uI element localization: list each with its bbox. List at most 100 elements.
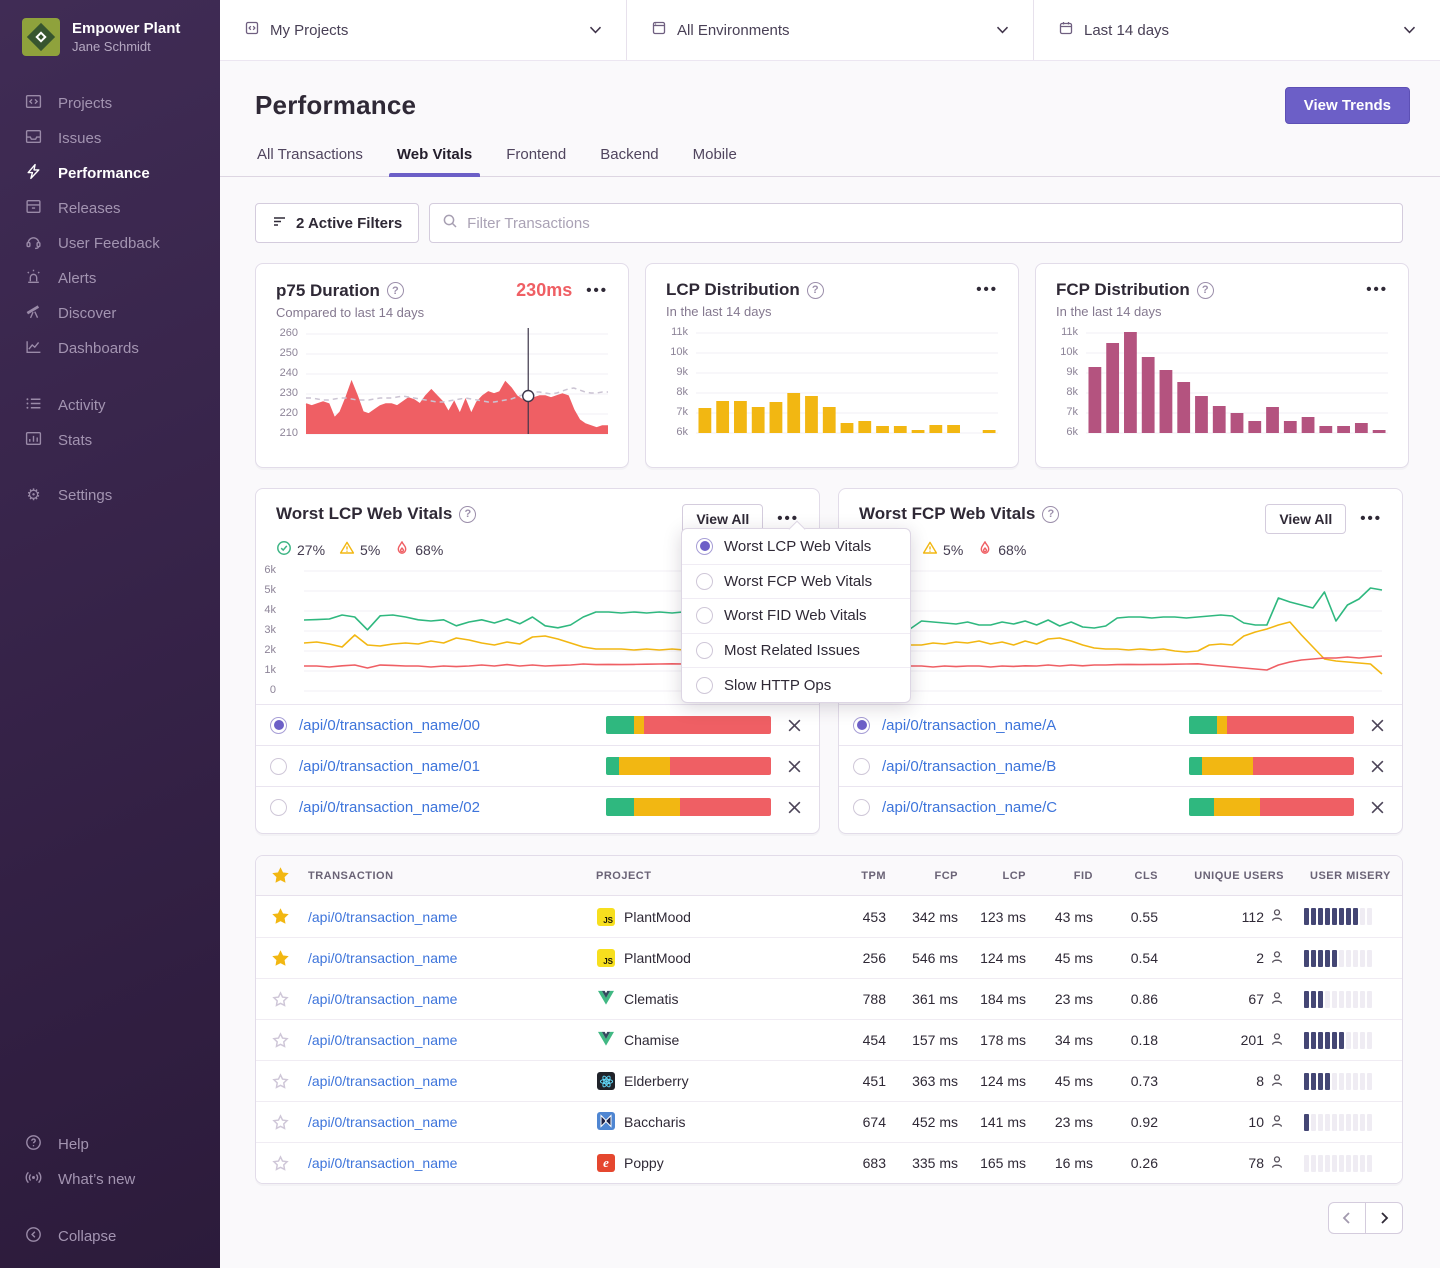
next-page-button[interactable] [1365, 1202, 1403, 1234]
star-icon[interactable] [256, 1032, 302, 1049]
close-icon[interactable] [1370, 759, 1385, 774]
star-icon[interactable] [256, 867, 302, 884]
transaction-link[interactable]: /api/0/transaction_name [302, 1032, 590, 1048]
transaction-link[interactable]: /api/0/transaction_name/A [882, 717, 1056, 734]
prev-page-button[interactable] [1328, 1202, 1366, 1234]
tab-web-vitals[interactable]: Web Vitals [395, 146, 474, 176]
date-range-filter[interactable]: Last 14 days [1034, 0, 1440, 60]
close-icon[interactable] [1370, 718, 1385, 733]
transaction-link[interactable]: /api/0/transaction_name/C [882, 799, 1057, 816]
menu-item[interactable]: Most Related Issues [682, 633, 910, 668]
sidebar-item-user-feedback[interactable]: User Feedback [0, 226, 220, 261]
active-filters-button[interactable]: 2 Active Filters [255, 203, 419, 243]
card-menu-button[interactable]: ••• [1360, 514, 1382, 524]
help-icon[interactable]: ? [807, 282, 824, 299]
card-menu-button[interactable]: ••• [586, 286, 608, 296]
menu-item[interactable]: Slow HTTP Ops [682, 667, 910, 702]
radio-button[interactable] [270, 758, 287, 775]
radio-button[interactable] [853, 799, 870, 816]
transaction-link[interactable]: /api/0/transaction_name [302, 909, 590, 925]
tab-backend[interactable]: Backend [598, 146, 660, 176]
help-icon[interactable]: ? [387, 282, 404, 299]
transaction-link[interactable]: /api/0/transaction_name [302, 1155, 590, 1171]
card-menu-button[interactable]: ••• [1366, 285, 1388, 295]
star-icon[interactable] [256, 950, 302, 967]
menu-item[interactable]: Worst FID Web Vitals [682, 598, 910, 633]
star-icon[interactable] [256, 908, 302, 925]
radio-button[interactable] [696, 677, 713, 694]
tpm-value: 454 [822, 1032, 892, 1048]
lcp-value: 123 ms [964, 909, 1032, 925]
card-menu-button[interactable]: ••• [976, 285, 998, 295]
sidebar-item-discover[interactable]: Discover [0, 296, 220, 331]
radio-button[interactable] [270, 717, 287, 734]
close-icon[interactable] [1370, 800, 1385, 815]
sidebar-item-dashboards[interactable]: Dashboards [0, 331, 220, 366]
help-icon[interactable]: ? [1042, 506, 1059, 523]
transaction-link[interactable]: /api/0/transaction_name/B [882, 758, 1056, 775]
sidebar-item-whats-new[interactable]: What’s new [0, 1162, 220, 1197]
project-cell[interactable]: Chamise [590, 1030, 822, 1050]
transaction-link[interactable]: /api/0/transaction_name/02 [299, 799, 480, 816]
table-row: /api/0/transaction_name Clematis 788 361… [256, 978, 1402, 1019]
lightning-icon [25, 163, 42, 184]
sidebar-item-releases[interactable]: Releases [0, 191, 220, 226]
transaction-link[interactable]: /api/0/transaction_name [302, 950, 590, 966]
filter-icon [272, 214, 287, 233]
star-icon[interactable] [256, 1155, 302, 1172]
radio-button[interactable] [853, 717, 870, 734]
project-filter[interactable]: My Projects [220, 0, 627, 60]
lcp-distribution-chart: 11k10k9k8k7k6k [666, 333, 998, 436]
menu-item[interactable]: Worst LCP Web Vitals [682, 529, 910, 564]
calendar-icon [1058, 20, 1074, 41]
sidebar-item-settings[interactable]: ⚙ Settings [0, 480, 220, 511]
star-icon[interactable] [256, 1114, 302, 1131]
project-cell[interactable]: ePoppy [590, 1153, 822, 1173]
help-icon[interactable]: ? [1197, 282, 1214, 299]
sidebar-item-projects[interactable]: Projects [0, 86, 220, 121]
project-cell[interactable]: Clematis [590, 989, 822, 1009]
transaction-link[interactable]: /api/0/transaction_name/00 [299, 717, 480, 734]
environment-filter[interactable]: All Environments [627, 0, 1034, 60]
transaction-link[interactable]: /api/0/transaction_name [302, 991, 590, 1007]
view-trends-button[interactable]: View Trends [1285, 87, 1410, 124]
menu-item[interactable]: Worst FCP Web Vitals [682, 564, 910, 599]
sidebar-item-activity[interactable]: Activity [0, 388, 220, 423]
radio-button[interactable] [696, 607, 713, 624]
tab-frontend[interactable]: Frontend [504, 146, 568, 176]
transaction-link[interactable]: /api/0/transaction_name/01 [299, 758, 480, 775]
search-input[interactable] [467, 215, 1390, 232]
unique-users-cell: 8 [1164, 1073, 1290, 1090]
sidebar-item-performance[interactable]: Performance [0, 156, 220, 191]
card-title: LCP Distribution ? [666, 280, 824, 300]
project-cell[interactable]: Elderberry [590, 1071, 822, 1091]
radio-button[interactable] [696, 538, 713, 555]
view-all-button[interactable]: View All [1265, 504, 1346, 534]
project-cell[interactable]: Baccharis [590, 1112, 822, 1132]
worst-fcp-chart: 6k5k4k3k2k1k0 [839, 571, 1402, 694]
close-icon[interactable] [787, 759, 802, 774]
transaction-link[interactable]: /api/0/transaction_name [302, 1114, 590, 1130]
lcp-value: 165 ms [964, 1155, 1032, 1171]
tab-mobile[interactable]: Mobile [691, 146, 739, 176]
project-cell[interactable]: JSPlantMood [590, 907, 822, 927]
radio-button[interactable] [853, 758, 870, 775]
warning-triangle-icon [339, 540, 355, 559]
sidebar-item-collapse[interactable]: Collapse [0, 1219, 220, 1254]
project-cell[interactable]: JSPlantMood [590, 948, 822, 968]
help-icon[interactable]: ? [459, 506, 476, 523]
transaction-link[interactable]: /api/0/transaction_name [302, 1073, 590, 1089]
sidebar-item-stats[interactable]: Stats [0, 423, 220, 458]
sidebar-item-help[interactable]: Help [0, 1127, 220, 1162]
radio-button[interactable] [270, 799, 287, 816]
close-icon[interactable] [787, 718, 802, 733]
close-icon[interactable] [787, 800, 802, 815]
star-icon[interactable] [256, 1073, 302, 1090]
tab-all-transactions[interactable]: All Transactions [255, 146, 365, 176]
sidebar-item-issues[interactable]: Issues [0, 121, 220, 156]
sidebar-item-alerts[interactable]: Alerts [0, 261, 220, 296]
org-switcher[interactable]: Empower Plant Jane Schmidt [0, 0, 220, 78]
radio-button[interactable] [696, 573, 713, 590]
radio-button[interactable] [696, 642, 713, 659]
star-icon[interactable] [256, 991, 302, 1008]
